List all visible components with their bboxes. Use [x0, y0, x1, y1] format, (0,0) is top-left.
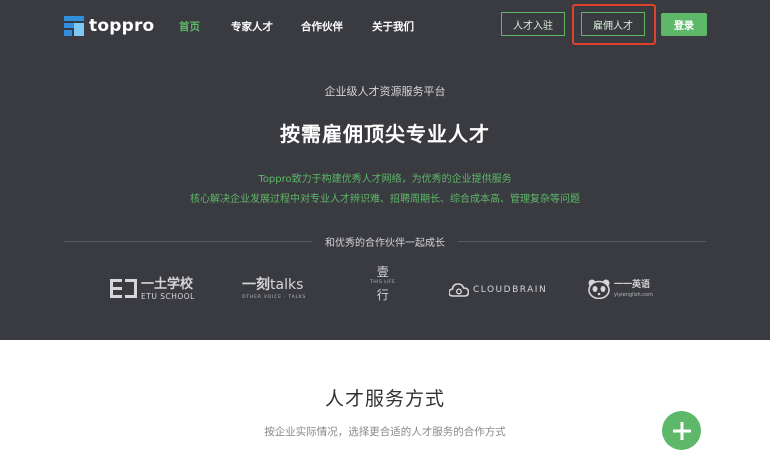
tenth-a-text: 壹	[376, 265, 389, 279]
partner-etu-logo: 一土学校 ETU SCHOOL	[110, 278, 195, 301]
yiyi-sub-text: yiyienglish.com	[614, 291, 653, 298]
etu-main-text: 一土学校	[141, 277, 194, 292]
nav-item-home[interactable]: 首页	[179, 19, 200, 34]
hero-desc-line2: 核心解决企业发展过程中对专业人才辨识难、招聘周期长、综合成本高、管理复杂等问题	[190, 194, 580, 205]
yike-sub-text: OTHER VOICE · TALKS	[242, 295, 307, 300]
hero-eyebrow: 企业级人才资源服务平台	[324, 85, 446, 98]
panda-icon	[588, 279, 610, 299]
cloud-icon	[449, 283, 469, 297]
partners-heading: 和优秀的合作伙伴一起成长	[325, 238, 445, 249]
top-nav: toppro 首页 专家人才 合作伙伴 关于我们 人才入驻 雇佣人才 登录	[0, 0, 770, 52]
talent-join-button[interactable]: 人才入驻	[501, 12, 565, 36]
cloudbrain-text: CLOUDBRAIN	[473, 285, 548, 295]
partner-yike-logo: 一刻 talks OTHER VOICE · TALKS	[242, 278, 306, 300]
tenth-sub-text: THIS LIFE	[370, 280, 396, 285]
partner-yiyi-logo: 一一英语 yiyienglish.com	[587, 279, 653, 299]
tenth-b-text: 行	[376, 287, 389, 302]
highlight-box	[572, 4, 656, 45]
partner-cloudbrain-logo: CLOUDBRAIN	[449, 283, 547, 297]
logo-mark-icon	[64, 16, 84, 36]
yiyi-cn-text: 一一英语	[614, 279, 651, 290]
yike-cn-text: 一刻	[242, 277, 270, 293]
etu-sub-text: ETU SCHOOL	[141, 292, 195, 301]
nav-item-partners[interactable]: 合作伙伴	[301, 19, 343, 34]
add-fab-button[interactable]	[662, 411, 701, 450]
partner-tenth-logo: 壹 THIS LIFE 行	[370, 266, 396, 301]
services-subtitle: 按企业实际情况，选择更合适的人才服务的合作方式	[264, 426, 506, 438]
plus-icon	[672, 421, 691, 440]
logo[interactable]: toppro	[64, 16, 154, 36]
nav-item-experts[interactable]: 专家人才	[231, 19, 273, 34]
hero-title: 按需雇佣顶尖专业人才	[280, 122, 490, 146]
etu-mark-icon	[110, 279, 137, 299]
nav-item-about[interactable]: 关于我们	[372, 19, 414, 34]
login-button[interactable]: 登录	[661, 13, 707, 36]
services-title: 人才服务方式	[324, 388, 445, 410]
logo-text: toppro	[89, 16, 155, 36]
hero-desc-line1: Toppro致力于构建优秀人才网络，为优秀的企业提供服务	[258, 174, 512, 185]
yike-en-text: talks	[270, 277, 304, 293]
